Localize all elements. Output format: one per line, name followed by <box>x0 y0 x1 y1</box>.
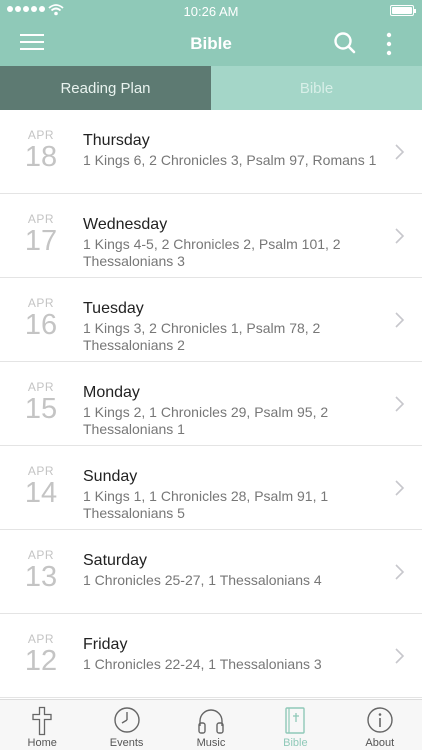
tabbar-item-music[interactable]: Music <box>169 700 253 750</box>
status-bar: 10:26 AM <box>0 0 422 22</box>
weekday-label: Sunday <box>83 468 138 485</box>
weekday-label: Saturday <box>83 552 148 569</box>
passages-text: 1 Kings 2, 1 Chronicles 29, Psalm 95, 2 … <box>83 404 329 437</box>
date-month: APR <box>27 548 55 562</box>
chevron-right-icon <box>395 312 405 328</box>
cross-icon <box>32 706 52 736</box>
weekday-label: Tuesday <box>83 300 144 317</box>
tabbar-label: Bible <box>283 737 308 749</box>
page-title: Bible <box>190 34 232 53</box>
list-item[interactable]: APR 12 Friday 1 Chronicles 22-24, 1 Thes… <box>0 614 422 698</box>
date-badge: APR 17 <box>18 212 64 256</box>
tabbar-item-events[interactable]: Events <box>84 700 168 750</box>
tabbar-label: About <box>365 737 395 749</box>
segmented-control: Reading Plan Bible <box>0 66 422 110</box>
navigation-bar: Bible <box>0 22 422 66</box>
more-vertical-icon[interactable] <box>380 32 398 56</box>
date-day: 15 <box>24 393 58 425</box>
list-item[interactable]: APR 15 Monday 1 Kings 2, 1 Chronicles 29… <box>0 362 422 446</box>
headphones-icon <box>198 709 224 734</box>
date-badge: APR 12 <box>18 632 64 676</box>
date-badge: APR 14 <box>18 464 64 508</box>
list-item[interactable]: APR 17 Wednesday 1 Kings 4-5, 2 Chronicl… <box>0 194 422 278</box>
weekday-label: Thursday <box>83 132 150 149</box>
tab-bible[interactable]: Bible <box>211 66 422 110</box>
date-month: APR <box>27 212 55 226</box>
list-item[interactable]: APR 16 Tuesday 1 Kings 3, 2 Chronicles 1… <box>0 278 422 362</box>
date-month: APR <box>27 128 55 142</box>
passages-text: 1 Chronicles 22-24, 1 Thessalonians 3 <box>83 656 322 672</box>
weekday-label: Friday <box>83 636 128 653</box>
reading-plan-list: APR 18 Thursday 1 Kings 6, 2 Chronicles … <box>0 110 422 699</box>
tabbar-label: Home <box>27 737 57 749</box>
weekday-label: Monday <box>83 384 140 401</box>
date-month: APR <box>27 380 55 394</box>
chevron-right-icon <box>395 228 405 244</box>
date-badge: APR 16 <box>18 296 64 340</box>
date-day: 12 <box>24 645 58 677</box>
tabbar-label: Events <box>109 737 144 749</box>
list-item[interactable]: APR 13 Saturday 1 Chronicles 25-27, 1 Th… <box>0 530 422 614</box>
date-day: 17 <box>24 225 58 257</box>
tabbar-label: Music <box>196 737 226 749</box>
tabbar-item-home[interactable]: Home <box>0 700 84 750</box>
date-day: 13 <box>24 561 58 593</box>
tab-reading-plan[interactable]: Reading Plan <box>0 66 211 110</box>
passages-text: 1 Kings 4-5, 2 Chronicles 2, Psalm 101, … <box>83 236 341 269</box>
list-item[interactable]: APR 14 Sunday 1 Kings 1, 1 Chronicles 28… <box>0 446 422 530</box>
chevron-right-icon <box>395 144 405 160</box>
date-badge: APR 13 <box>18 548 64 592</box>
passages-text: 1 Kings 6, 2 Chronicles 3, Psalm 97, Rom… <box>83 152 377 168</box>
info-icon <box>367 707 393 733</box>
date-day: 18 <box>24 141 58 173</box>
search-icon[interactable] <box>332 30 358 56</box>
tab-bar: Home Events Music Bible About <box>0 699 422 750</box>
passages-text: 1 Kings 3, 2 Chronicles 1, Psalm 78, 2 T… <box>83 320 321 353</box>
tabbar-item-about[interactable]: About <box>338 700 422 750</box>
status-time: 10:26 AM <box>183 4 239 19</box>
date-badge: APR 18 <box>18 128 64 172</box>
battery-icon <box>390 5 416 16</box>
passages-text: 1 Kings 1, 1 Chronicles 28, Psalm 91, 1 … <box>83 488 329 521</box>
chevron-right-icon <box>395 480 405 496</box>
chevron-right-icon <box>395 648 405 664</box>
date-month: APR <box>27 296 55 310</box>
date-day: 14 <box>24 477 58 509</box>
chevron-right-icon <box>395 564 405 580</box>
date-month: APR <box>27 464 55 478</box>
bible-icon <box>285 707 306 734</box>
date-day: 16 <box>24 309 58 341</box>
tabbar-item-bible[interactable]: Bible <box>253 700 337 750</box>
clock-icon <box>113 707 140 733</box>
list-item[interactable]: APR 18 Thursday 1 Kings 6, 2 Chronicles … <box>0 110 422 194</box>
date-month: APR <box>27 632 55 646</box>
weekday-label: Wednesday <box>83 216 168 233</box>
date-badge: APR 15 <box>18 380 64 424</box>
passages-text: 1 Chronicles 25-27, 1 Thessalonians 4 <box>83 572 322 588</box>
chevron-right-icon <box>395 396 405 412</box>
